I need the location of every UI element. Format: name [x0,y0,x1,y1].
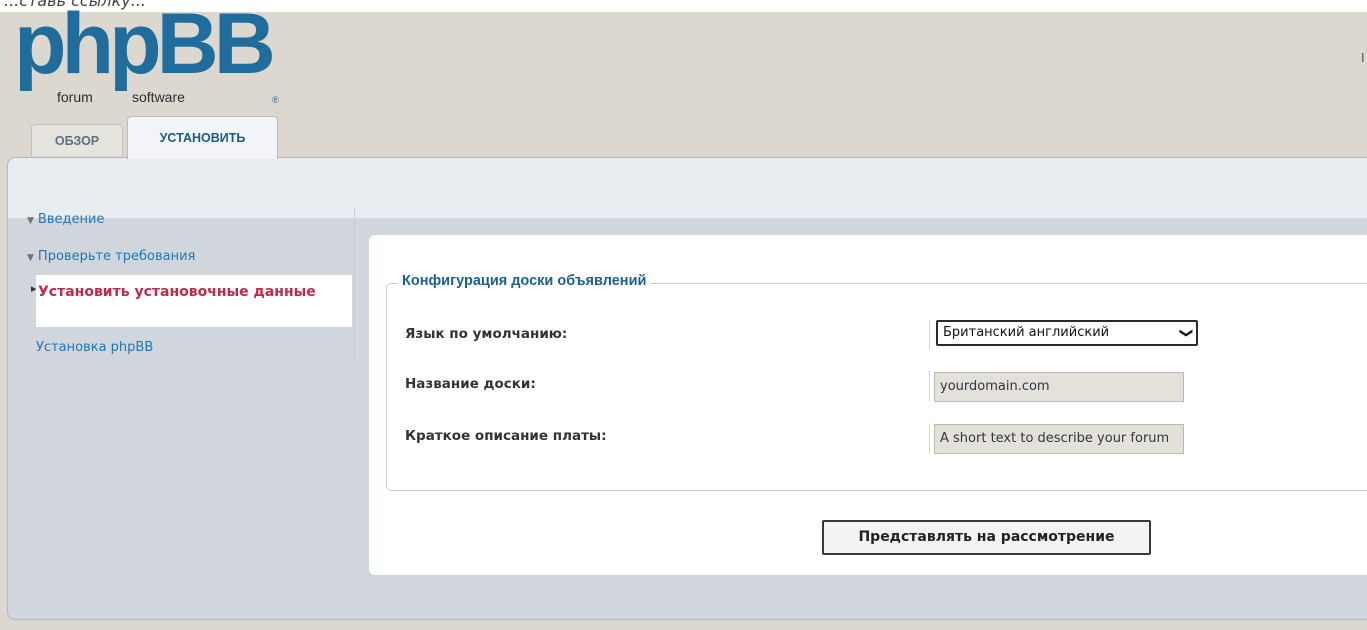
board-description-input[interactable]: A short text to describe your forum [934,424,1184,454]
default-language-label: Язык по умолчанию: [405,326,568,342]
sidebar-item-install-phpbb[interactable]: Установка phpBB [36,338,153,358]
submit-button[interactable]: Представлять на рассмотрение [822,520,1151,555]
tab-overview[interactable]: ОБЗОР [31,124,123,156]
sidebar-item-label: Установить установочные данные [38,284,316,300]
field-divider [929,371,930,401]
board-name-label: Название доски: [405,376,536,392]
sidebar-item-requirements[interactable]: ▼ Проверьте требования [27,247,195,268]
right-edge-mark: I [1361,50,1365,65]
sidebar-item-label: Установка phpBB [36,340,154,355]
logo-wordmark: phpBB [14,0,276,92]
sidebar-item-introduction[interactable]: ▼ Введение [27,210,104,231]
default-language-value: Британский английский [943,325,1110,340]
sidebar-item-label: Проверьте требования [37,249,196,264]
chevron-down-icon: ▼ [27,216,34,226]
chevron-down-icon: ▼ [27,253,34,263]
tab-install[interactable]: УСТАНОВИТЬ [127,116,278,159]
registered-mark: ® [272,95,279,105]
field-divider [929,423,930,453]
board-description-label: Краткое описание платы: [405,428,607,444]
logo-subtitle-forum: forum [57,89,93,105]
logo-subtitle-software: software [132,89,185,105]
board-name-input[interactable]: yourdomain.com [934,372,1184,402]
sidebar-item-install-data[interactable]: ▸ Установить установочные данные [31,275,352,327]
chevron-right-icon: ▸ [31,282,37,295]
field-divider [929,320,930,350]
sidebar-item-label: Введение [37,212,105,227]
phpbb-logo[interactable]: phpBB forum software ® [14,1,284,110]
chevron-down-icon: ❯ [1178,327,1194,339]
default-language-select[interactable]: Британский английский ❯ [936,320,1198,346]
fieldset-legend: Конфигурация доски объявлений [398,273,651,289]
